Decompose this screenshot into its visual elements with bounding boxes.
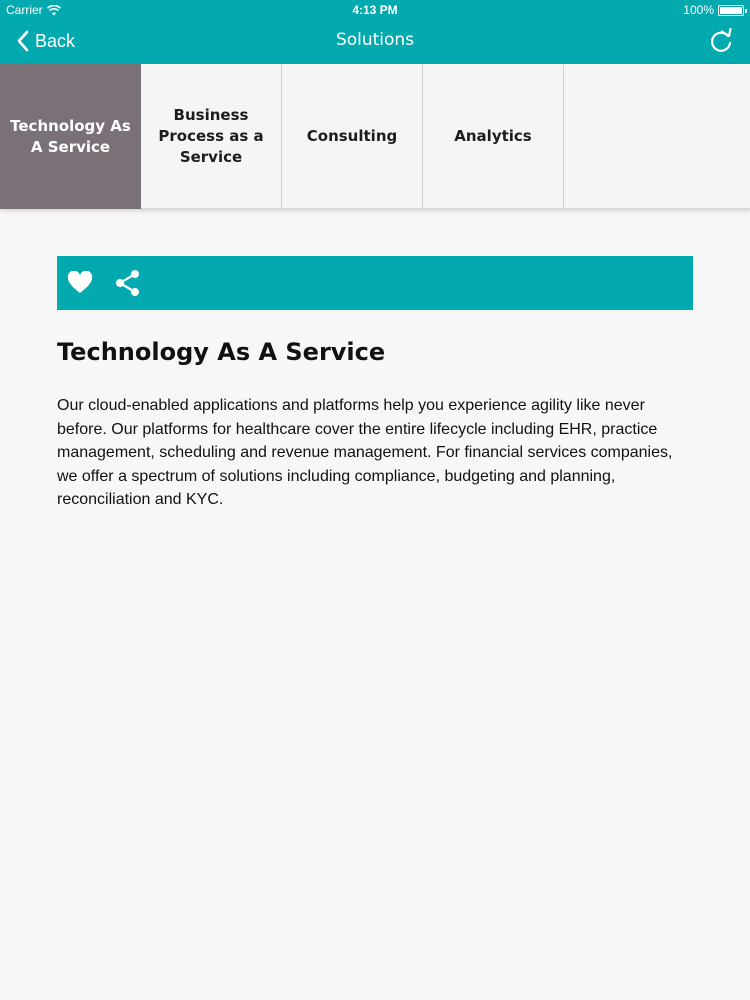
refresh-icon xyxy=(710,27,732,52)
solutions-tab-bar: Technology As A Service Business Process… xyxy=(0,64,750,209)
tab-consulting[interactable]: Consulting xyxy=(282,64,423,209)
favorite-button[interactable] xyxy=(66,269,94,297)
header: Carrier 4:13 PM 100% Back Solutions xyxy=(0,0,750,64)
tab-label: Consulting xyxy=(306,127,398,145)
status-right: 100% xyxy=(683,3,747,17)
content-title: Technology As A Service xyxy=(57,338,386,366)
battery-icon xyxy=(718,4,747,16)
tab-label: Technology As A Service xyxy=(10,116,131,156)
tab-label: Analytics xyxy=(454,127,532,145)
status-bar: Carrier 4:13 PM 100% xyxy=(0,0,750,20)
share-icon xyxy=(116,270,139,296)
tab-business-process-as-a-service[interactable]: Business Process as a Service xyxy=(141,64,282,209)
battery-percent: 100% xyxy=(683,3,714,17)
tab-technology-as-a-service[interactable]: Technology As A Service xyxy=(0,64,141,209)
status-time: 4:13 PM xyxy=(352,3,398,17)
content-body: Our cloud-enabled applications and platf… xyxy=(57,397,673,508)
refresh-button[interactable] xyxy=(708,27,734,54)
actions-bar xyxy=(57,256,693,310)
tab-analytics[interactable]: Analytics xyxy=(423,64,564,209)
tab-label: Business Process as a Service xyxy=(158,106,264,166)
page-header-title: Solutions xyxy=(335,30,415,50)
share-button[interactable] xyxy=(114,269,142,297)
heart-icon xyxy=(67,271,93,293)
tab-bar-filler xyxy=(564,64,750,208)
